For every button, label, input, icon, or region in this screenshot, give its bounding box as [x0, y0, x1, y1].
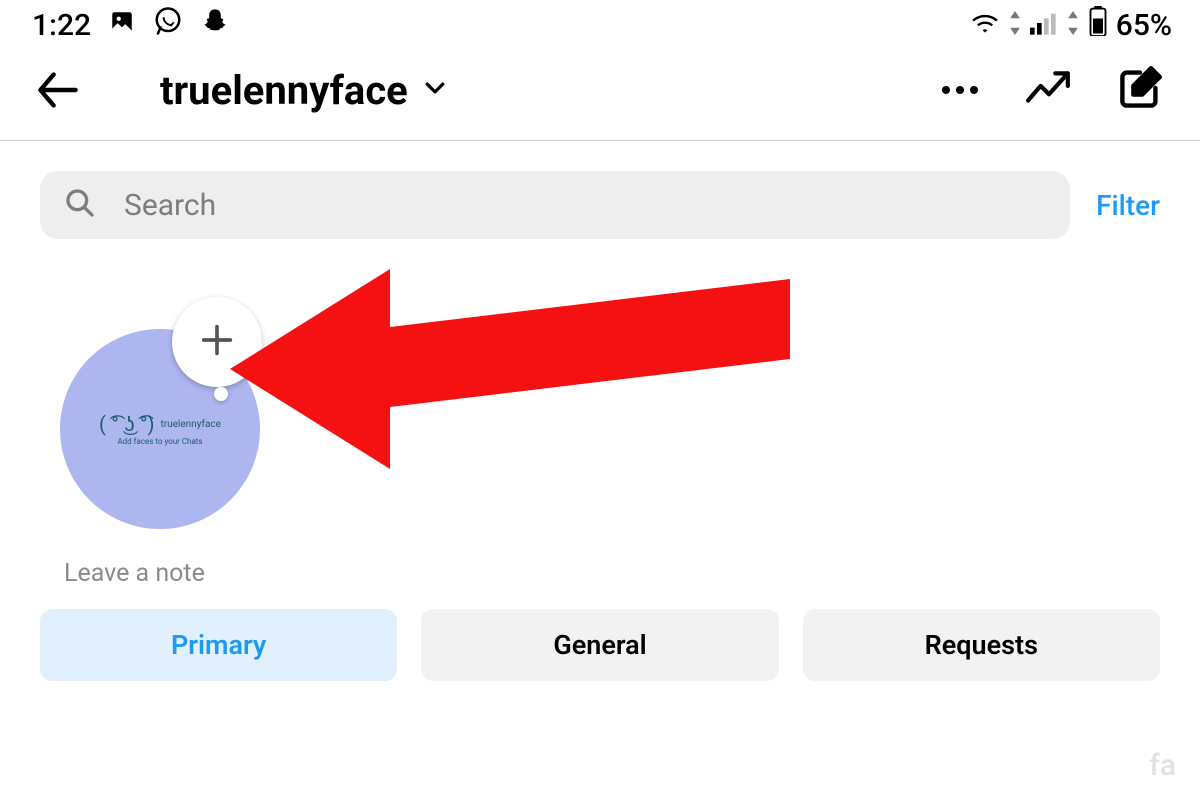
leave-note-label: Leave a note: [64, 559, 205, 588]
snapchat-icon: [201, 7, 229, 43]
signal-icon: [1030, 8, 1058, 43]
tab-requests[interactable]: Requests: [803, 609, 1160, 681]
trending-icon[interactable]: [1026, 68, 1072, 112]
bubble-tail: [214, 387, 228, 401]
username-label: truelennyface: [160, 67, 408, 114]
battery-icon: [1088, 6, 1108, 44]
account-switcher[interactable]: truelennyface: [160, 67, 448, 114]
search-icon: [64, 187, 96, 223]
whatsapp-icon: [153, 6, 183, 44]
tab-primary[interactable]: Primary: [40, 609, 397, 681]
search-input[interactable]: Search: [40, 171, 1070, 239]
plus-icon: [197, 320, 237, 364]
chevron-down-icon: [422, 75, 448, 105]
updown-icon: [1008, 8, 1022, 43]
compose-button[interactable]: [1118, 66, 1162, 114]
avatar-name: truelennyface: [160, 419, 221, 430]
your-note-button[interactable]: ( ͡° ͜ʖ ͡°) truelennyface Add faces to y…: [60, 329, 260, 529]
more-options-button[interactable]: [940, 81, 980, 100]
updown-icon-2: [1066, 8, 1080, 43]
add-note-bubble[interactable]: [172, 297, 262, 387]
status-bar: 1:22: [0, 0, 1200, 48]
watermark: fa: [1149, 748, 1176, 783]
app-header: truelennyface: [0, 48, 1200, 140]
inbox-tabs: Primary General Requests: [0, 609, 1200, 681]
battery-percent: 65%: [1116, 8, 1172, 43]
search-placeholder: Search: [124, 188, 1046, 223]
tab-general[interactable]: General: [421, 609, 778, 681]
status-time: 1:22: [32, 8, 91, 43]
gallery-icon: [109, 8, 135, 43]
wifi-icon: [970, 8, 1000, 43]
avatar-tagline: Add faces to your Chats: [117, 437, 202, 446]
back-button[interactable]: [34, 66, 82, 114]
filter-link[interactable]: Filter: [1096, 189, 1160, 222]
